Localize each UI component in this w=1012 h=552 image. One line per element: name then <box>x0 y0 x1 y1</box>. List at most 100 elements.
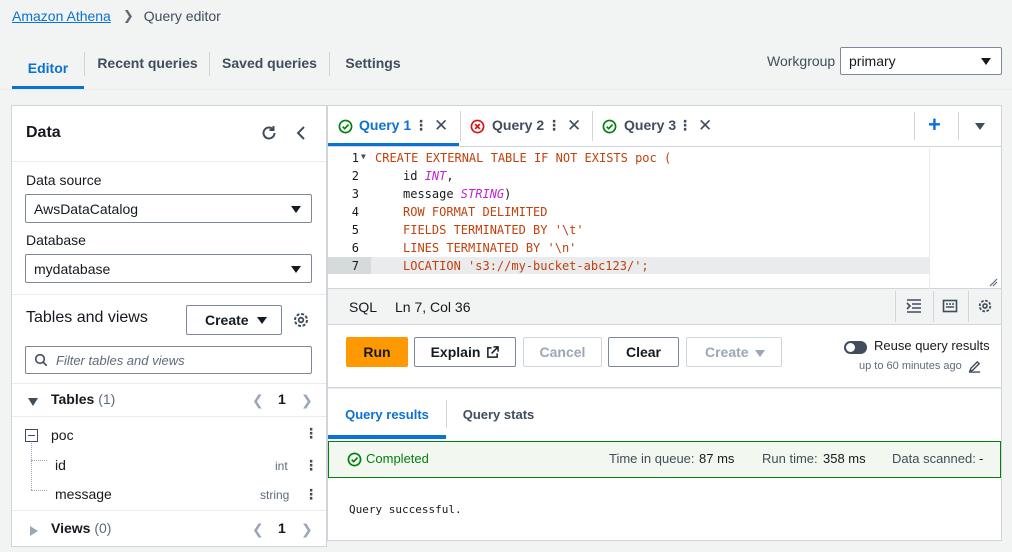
tab-editor[interactable]: Editor <box>12 46 84 90</box>
line-number: 5 <box>351 223 359 237</box>
pagination-next-icon[interactable]: ❯ <box>301 521 313 538</box>
pagination-page[interactable]: 1 <box>278 520 286 536</box>
table-actions-icon[interactable]: ⋮ <box>304 425 318 442</box>
edit-pencil-icon[interactable] <box>968 360 981 373</box>
run-time-label: Run time: <box>762 451 818 466</box>
reuse-results-toggle[interactable] <box>844 341 867 354</box>
tab-options-icon[interactable]: ⋮ <box>414 117 428 134</box>
views-heading[interactable]: Views (0) <box>51 520 111 536</box>
results-panel: Query results Query stats Completed Time… <box>327 387 1002 541</box>
reuse-results-label: Reuse query results <box>874 338 990 353</box>
close-icon[interactable]: ✕ <box>567 116 581 136</box>
editor-settings-gear-icon[interactable] <box>977 298 993 314</box>
column-name[interactable]: id <box>55 457 66 473</box>
chevron-right-icon: ❯ <box>122 8 134 23</box>
workgroup-select[interactable]: primary <box>840 47 1002 75</box>
data-source-label: Data source <box>26 172 102 188</box>
code-line-3: message STRING) <box>403 187 512 201</box>
breadcrumb-root-link[interactable]: Amazon Athena <box>12 8 111 24</box>
query-tab-1[interactable]: Query 1 ⋮ ✕ <box>328 106 459 146</box>
collapse-tree-icon[interactable] <box>25 429 38 442</box>
success-check-icon <box>338 119 353 134</box>
external-link-icon <box>487 345 500 358</box>
code-line-7: LOCATION 's3://my-bucket-abc123/'; <box>403 259 649 273</box>
line-number: 6 <box>351 241 359 255</box>
success-check-icon <box>347 452 362 467</box>
data-source-select[interactable]: AwsDataCatalog <box>25 194 312 223</box>
column-type: int <box>275 459 288 473</box>
pagination-prev-icon[interactable]: ❮ <box>252 392 264 409</box>
settings-gear-icon[interactable] <box>292 311 310 329</box>
pagination-next-icon[interactable]: ❯ <box>301 392 313 409</box>
data-scanned-label: Data scanned: <box>892 451 976 466</box>
cancel-button[interactable]: Cancel <box>523 337 602 367</box>
run-button[interactable]: Run <box>346 337 408 367</box>
breadcrumb: Amazon Athena ❯ Query editor <box>12 7 221 25</box>
caret-down-icon <box>257 317 267 324</box>
tables-views-title: Tables and views <box>26 309 148 326</box>
resize-handle-icon[interactable] <box>988 276 998 287</box>
tab-query-stats[interactable]: Query stats <box>447 388 550 440</box>
reuse-results-sub: up to 60 minutes ago <box>859 360 962 372</box>
workgroup-label: Workgroup <box>767 53 836 69</box>
editor-language: SQL <box>349 299 378 315</box>
tables-expand-icon[interactable] <box>28 394 38 406</box>
views-expand-icon[interactable] <box>29 523 39 536</box>
column-actions-icon[interactable]: ⋮ <box>304 486 318 503</box>
breadcrumb-current: Query editor <box>143 8 221 24</box>
pagination-page[interactable]: 1 <box>278 391 286 407</box>
line-number: 2 <box>351 169 359 183</box>
caret-down-icon <box>981 58 991 65</box>
code-editor[interactable]: 1 ▼ 2 3 4 5 6 7 CREATE EXTERNAL TABLE IF… <box>328 148 1001 289</box>
search-icon <box>34 353 48 367</box>
tree-connector <box>31 460 47 461</box>
data-panel: Data Data source AwsDataCatalog Database… <box>11 105 327 547</box>
database-select[interactable]: mydatabase <box>25 254 312 283</box>
tab-saved-queries[interactable]: Saved queries <box>210 46 329 80</box>
refresh-icon[interactable] <box>260 124 278 142</box>
filter-placeholder: Filter tables and views <box>56 352 185 368</box>
query-tab-3[interactable]: Query 3 ⋮ ✕ <box>593 106 723 146</box>
close-icon[interactable]: ✕ <box>698 116 712 136</box>
nav-tabs: Editor Recent queries Saved queries Sett… <box>12 46 412 90</box>
tab-options-icon[interactable]: ⋮ <box>547 117 561 134</box>
tab-recent-queries[interactable]: Recent queries <box>85 46 210 80</box>
table-name-poc[interactable]: poc <box>51 427 74 443</box>
create-dropdown-button[interactable]: Create <box>186 305 282 335</box>
format-query-icon[interactable] <box>906 298 922 314</box>
data-scanned-value: - <box>979 451 984 466</box>
column-name[interactable]: message <box>55 486 112 502</box>
pagination-prev-icon[interactable]: ❮ <box>252 521 264 538</box>
tab-menu-caret-icon[interactable] <box>975 123 985 130</box>
tab-options-icon[interactable]: ⋮ <box>678 117 692 134</box>
line-number: 7 <box>351 259 359 273</box>
cursor-position: Ln 7, Col 36 <box>395 299 471 315</box>
status-completed: Completed <box>366 451 429 466</box>
tables-heading[interactable]: Tables (1) <box>51 391 115 407</box>
code-line-5: FIELDS TERMINATED BY '\t' <box>403 223 584 237</box>
collapse-panel-icon[interactable] <box>292 124 310 142</box>
code-line-6: LINES TERMINATED BY '\n' <box>403 241 577 255</box>
keyboard-shortcuts-icon[interactable] <box>942 298 958 314</box>
code-line-4: ROW FORMAT DELIMITED <box>403 205 548 219</box>
line-number: 4 <box>351 205 359 219</box>
success-check-icon <box>602 119 617 134</box>
results-tab-underline <box>328 435 446 439</box>
database-label: Database <box>26 232 86 248</box>
clear-button[interactable]: Clear <box>608 337 679 367</box>
filter-tables-input[interactable]: Filter tables and views <box>25 346 312 374</box>
close-icon[interactable]: ✕ <box>434 116 448 136</box>
explain-button[interactable]: Explain <box>414 337 516 367</box>
column-type: string <box>260 488 290 502</box>
column-actions-icon[interactable]: ⋮ <box>304 457 318 474</box>
query-tab-2[interactable]: Query 2 ⋮ ✕ <box>461 106 592 146</box>
add-query-tab-icon[interactable]: + <box>928 112 941 138</box>
create-button[interactable]: Create <box>686 337 782 367</box>
tab-query-results[interactable]: Query results <box>328 388 446 440</box>
result-message: Query successful. <box>349 503 462 516</box>
caret-down-icon <box>755 350 765 357</box>
tab-settings[interactable]: Settings <box>330 46 416 80</box>
code-line-1: CREATE EXTERNAL TABLE IF NOT EXISTS poc … <box>375 151 672 165</box>
run-time-value: 358 ms <box>823 451 866 466</box>
fold-caret-icon[interactable]: ▼ <box>361 152 366 161</box>
